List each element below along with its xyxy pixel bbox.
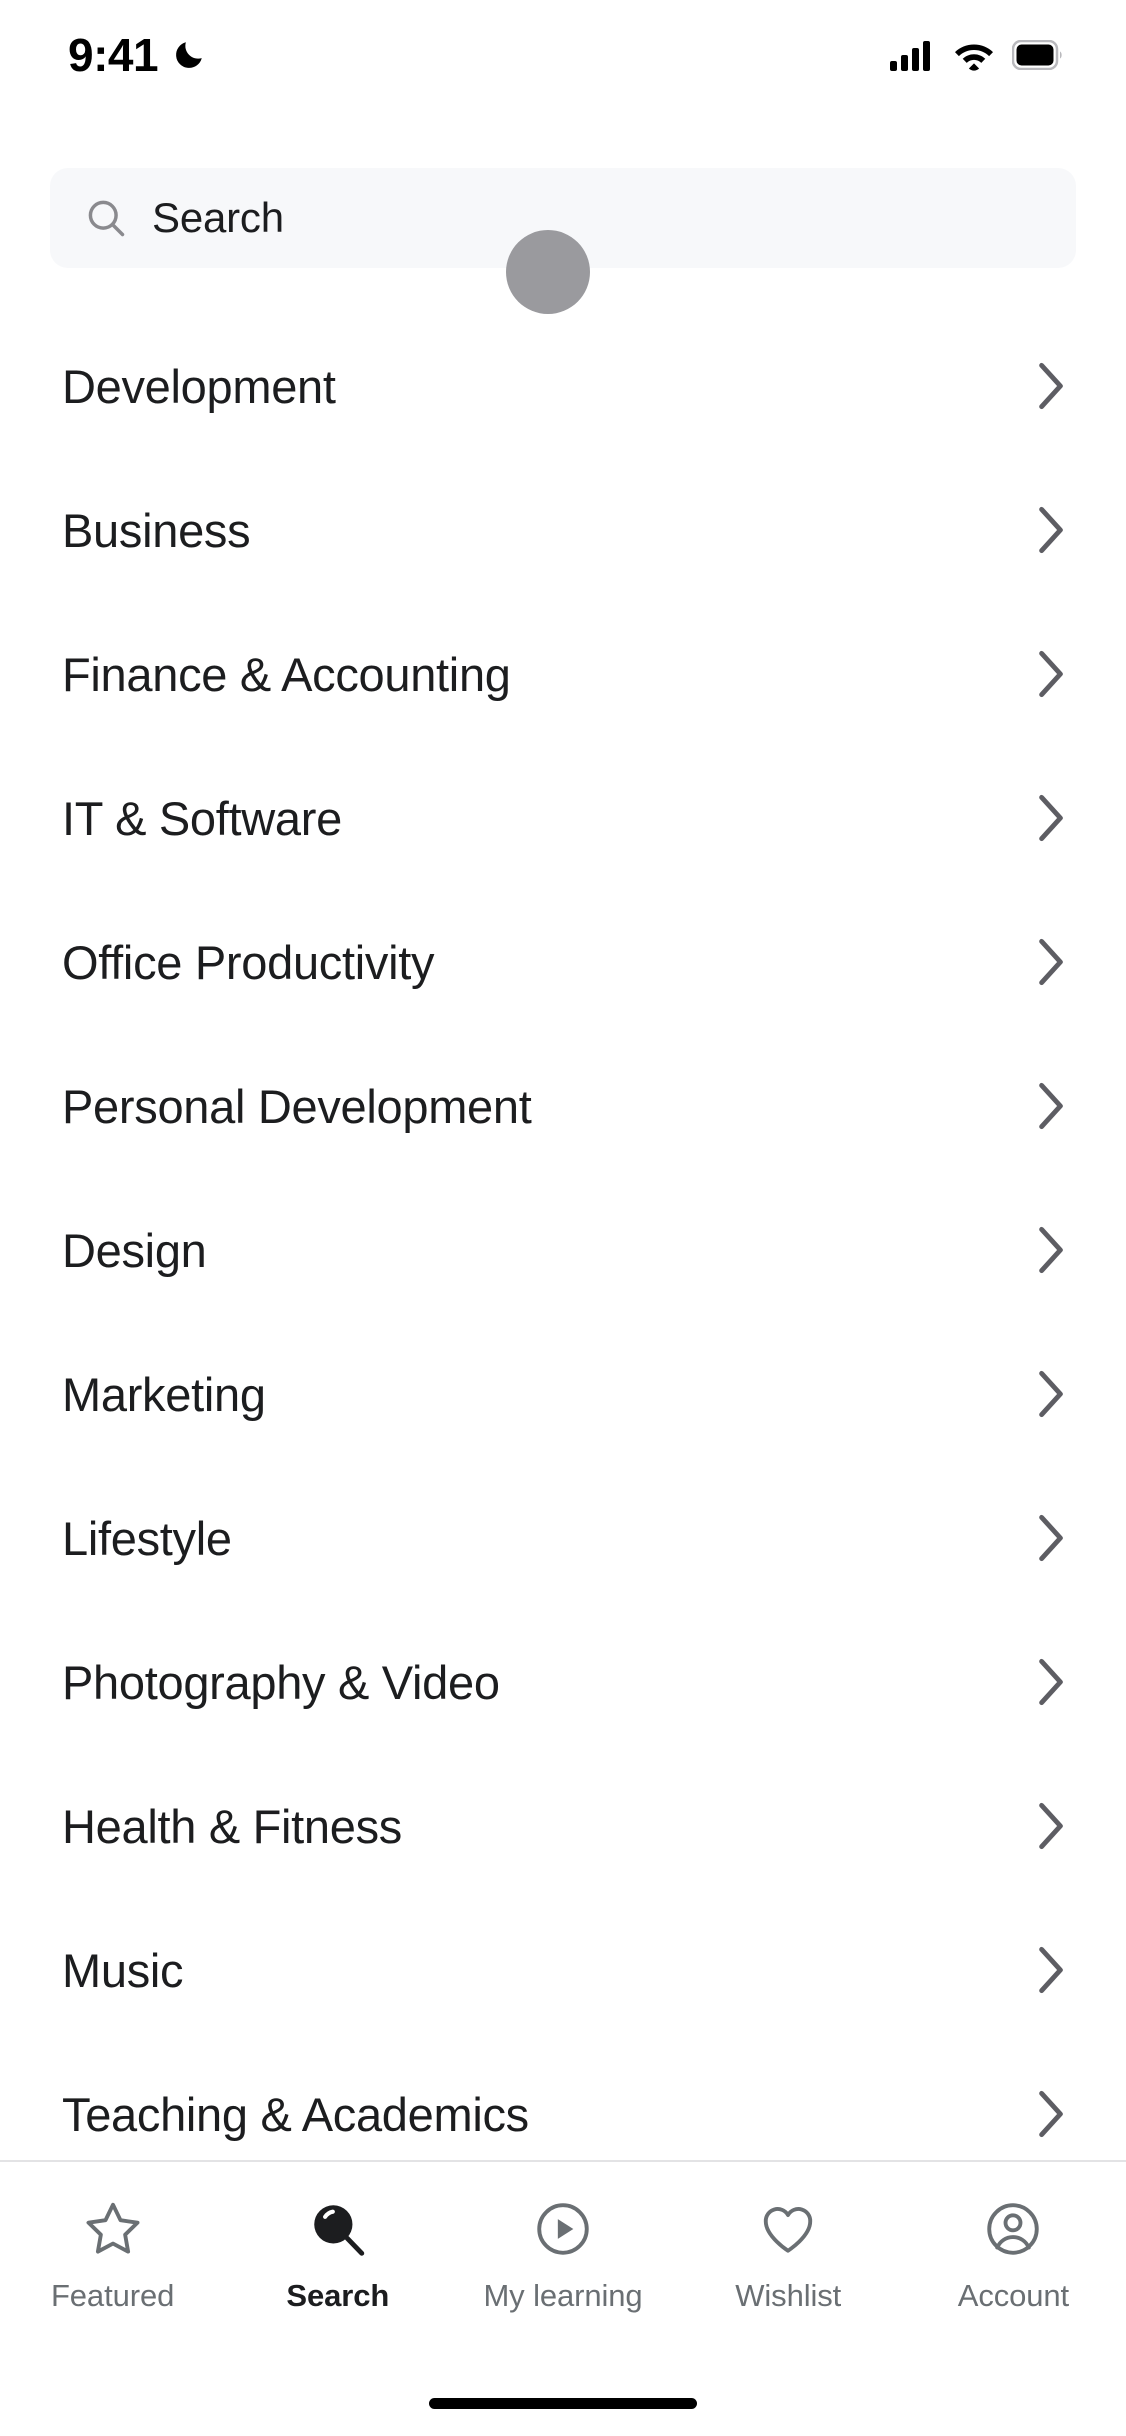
- category-label: Office Productivity: [62, 935, 435, 989]
- category-label: Music: [62, 1943, 184, 1997]
- category-label: Finance & Accounting: [62, 647, 511, 701]
- chevron-right-icon: [1036, 1224, 1066, 1276]
- list-item[interactable]: Development: [0, 314, 1126, 458]
- list-item[interactable]: IT & Software: [0, 746, 1126, 890]
- list-item[interactable]: Finance & Accounting: [0, 602, 1126, 746]
- tab-featured[interactable]: Featured: [0, 2198, 225, 2311]
- tab-label: Featured: [50, 2278, 175, 2313]
- list-item[interactable]: Photography & Video: [0, 1610, 1126, 1754]
- person-circle-icon: [982, 2198, 1044, 2260]
- bottom-tab-bar: Featured Search My learning Wishlist Acc…: [0, 2160, 1126, 2370]
- tab-label: My learning: [483, 2278, 643, 2313]
- category-label: Health & Fitness: [62, 1799, 403, 1853]
- status-bar-right: [890, 39, 1064, 71]
- category-label: Teaching & Academics: [62, 2087, 529, 2141]
- app-screen: 9:41 Search Development Business Finance…: [0, 0, 1126, 2436]
- chevron-right-icon: [1036, 792, 1066, 844]
- chevron-right-icon: [1036, 1800, 1066, 1852]
- wifi-icon: [952, 39, 996, 71]
- chevron-right-icon: [1036, 1368, 1066, 1420]
- status-bar: 9:41: [0, 0, 1126, 110]
- search-placeholder-text: Search: [152, 194, 284, 241]
- tab-label: Wishlist: [735, 2278, 842, 2313]
- list-item[interactable]: Marketing: [0, 1322, 1126, 1466]
- category-label: Design: [62, 1223, 207, 1277]
- category-label: Lifestyle: [62, 1511, 232, 1565]
- chevron-right-icon: [1036, 2088, 1066, 2140]
- chevron-right-icon: [1036, 360, 1066, 412]
- chevron-right-icon: [1036, 1656, 1066, 1708]
- chevron-right-icon: [1036, 936, 1066, 988]
- heart-outline-icon: [757, 2198, 819, 2260]
- tab-search[interactable]: Search: [225, 2198, 450, 2311]
- tab-wishlist[interactable]: Wishlist: [676, 2198, 901, 2311]
- chevron-right-icon: [1036, 504, 1066, 556]
- category-label: IT & Software: [62, 791, 342, 845]
- chevron-right-icon: [1036, 648, 1066, 700]
- cellular-signal-icon: [890, 39, 936, 71]
- category-label: Development: [62, 359, 336, 413]
- chevron-right-icon: [1036, 1944, 1066, 1996]
- list-item[interactable]: Teaching & Academics: [0, 2042, 1126, 2160]
- home-indicator-area: [0, 2370, 1126, 2436]
- home-indicator[interactable]: [429, 2397, 697, 2409]
- category-label: Business: [62, 503, 251, 557]
- category-label: Photography & Video: [62, 1655, 500, 1709]
- list-item[interactable]: Business: [0, 458, 1126, 602]
- search-filled-icon: [307, 2198, 369, 2260]
- moon-icon: [172, 38, 206, 72]
- chevron-right-icon: [1036, 1512, 1066, 1564]
- star-outline-icon: [82, 2198, 144, 2260]
- battery-full-icon: [1012, 40, 1064, 70]
- list-item[interactable]: Office Productivity: [0, 890, 1126, 1034]
- list-item[interactable]: Health & Fitness: [0, 1754, 1126, 1898]
- search-input[interactable]: Search: [50, 168, 1076, 268]
- list-item[interactable]: Personal Development: [0, 1034, 1126, 1178]
- list-item[interactable]: Lifestyle: [0, 1466, 1126, 1610]
- search-bar-container: Search: [0, 110, 1126, 268]
- tab-account[interactable]: Account: [901, 2198, 1126, 2311]
- list-item[interactable]: Design: [0, 1178, 1126, 1322]
- status-bar-clock: 9:41: [68, 29, 159, 81]
- status-bar-left: 9:41: [68, 32, 206, 78]
- tab-my-learning[interactable]: My learning: [450, 2198, 675, 2311]
- search-icon: [84, 196, 128, 240]
- chevron-right-icon: [1036, 1080, 1066, 1132]
- list-item[interactable]: Music: [0, 1898, 1126, 2042]
- category-label: Personal Development: [62, 1079, 532, 1133]
- category-label: Marketing: [62, 1367, 266, 1421]
- tab-label: Search: [286, 2278, 390, 2313]
- play-circle-icon: [532, 2198, 594, 2260]
- category-list[interactable]: Development Business Finance & Accountin…: [0, 268, 1126, 2160]
- tab-label: Account: [957, 2278, 1070, 2313]
